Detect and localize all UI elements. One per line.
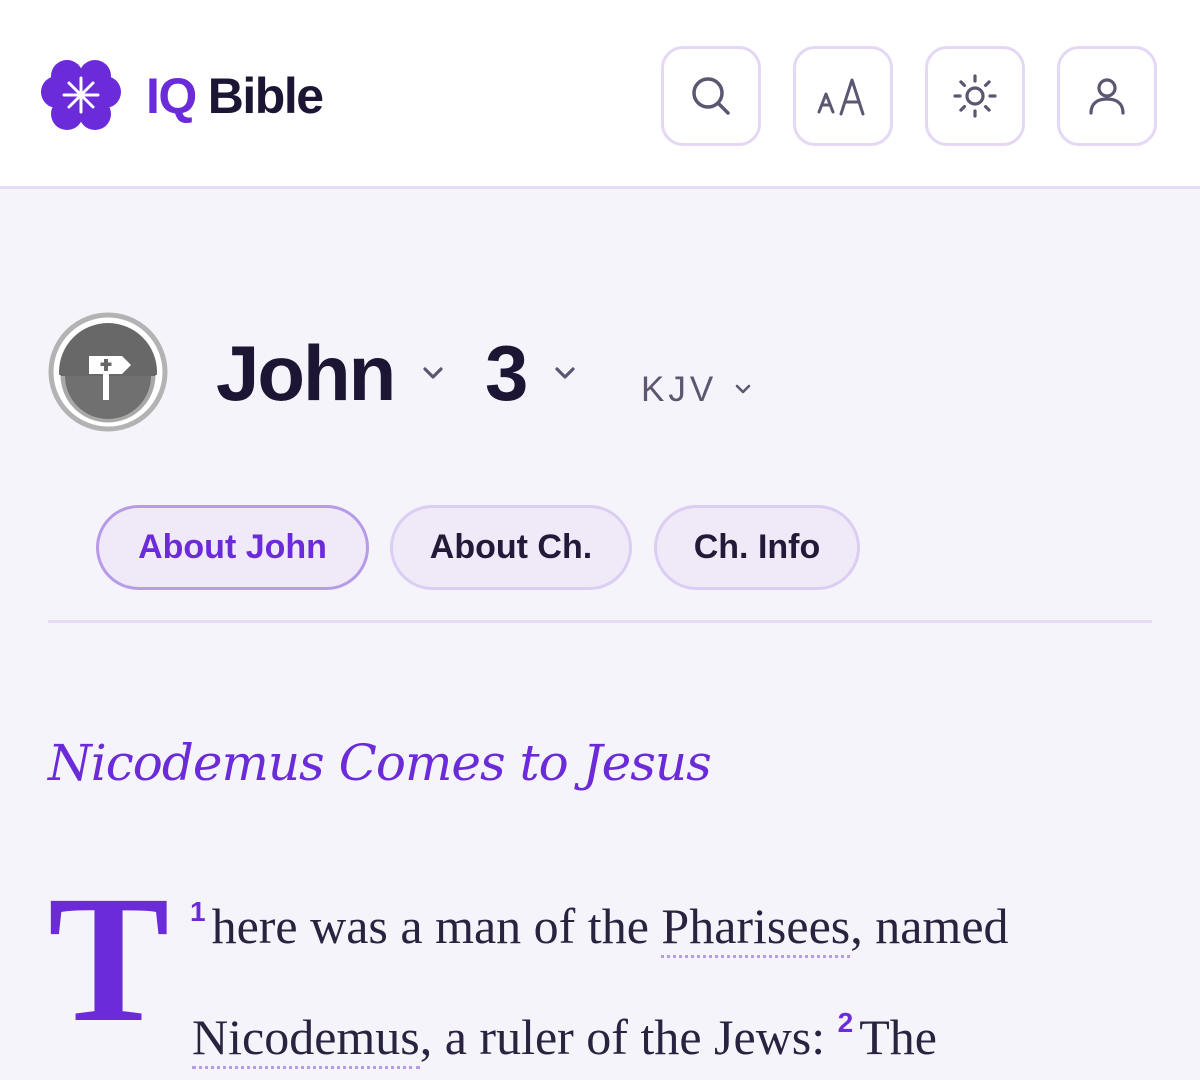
drop-cap: T (48, 859, 170, 1060)
verse-line: Nicodemus, a ruler of the Jews: 2 The (192, 988, 937, 1072)
book-selector[interactable]: John (216, 328, 396, 418)
section-heading: Nicodemus Comes to Jesus (48, 734, 712, 792)
divider (48, 620, 1152, 623)
logo[interactable]: IQ Bible (40, 56, 324, 136)
brand-word: Bible (207, 68, 324, 124)
chevron-down-icon[interactable] (732, 378, 754, 400)
verse-number[interactable]: 2 (838, 1007, 854, 1038)
theme-toggle-button[interactable] (925, 46, 1025, 146)
verse-text: here was a man of the (211, 898, 662, 954)
verse-text: , named (850, 898, 1009, 954)
font-size-button[interactable] (793, 46, 893, 146)
verse-number[interactable]: 1 (190, 896, 206, 927)
version-selector[interactable]: KJV (641, 370, 717, 410)
signpost-icon[interactable] (48, 312, 168, 432)
chevron-down-icon[interactable] (552, 360, 578, 386)
glossary-term[interactable]: Nicodemus (192, 1009, 420, 1069)
sun-icon (953, 74, 997, 118)
tab-chapter-info[interactable]: Ch. Info (654, 505, 860, 590)
verse-text: The (859, 1009, 937, 1065)
search-icon (692, 77, 730, 115)
brand-prefix: IQ (146, 68, 197, 124)
font-size-icon (817, 78, 865, 116)
user-icon (1089, 78, 1125, 115)
account-button[interactable] (1057, 46, 1157, 146)
verse-text: , a ruler of the Jews: (419, 1009, 826, 1065)
chevron-down-icon[interactable] (420, 360, 446, 386)
chapter-selector[interactable]: 3 (485, 328, 528, 418)
clover-logo-icon (41, 60, 121, 130)
app-header: IQ Bible (0, 0, 1200, 189)
tab-about-chapter[interactable]: About Ch. (390, 505, 632, 590)
brand-name: IQ Bible (146, 68, 324, 124)
glossary-term[interactable]: Pharisees (661, 898, 851, 958)
verse-line: 1 here was a man of the Pharisees, named (190, 877, 1009, 961)
search-button[interactable] (661, 46, 761, 146)
tab-about-book[interactable]: About John (96, 505, 369, 590)
